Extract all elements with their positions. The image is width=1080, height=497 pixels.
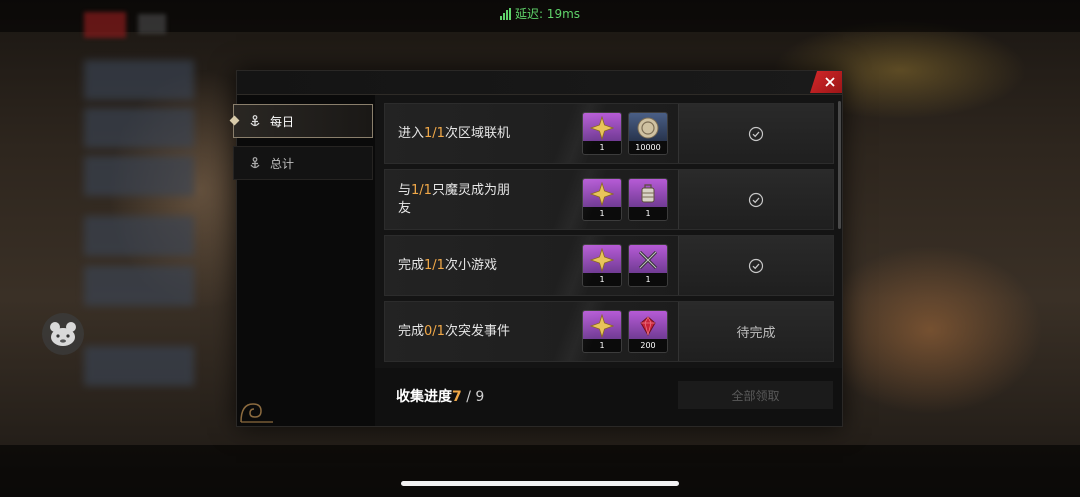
task-status	[678, 170, 833, 229]
tab-total-label: 总计	[270, 156, 295, 171]
reward-item[interactable]: 1	[628, 244, 668, 287]
gold-star-emblem-icon	[590, 313, 614, 338]
check-circle-icon	[748, 126, 764, 141]
task-status-pending: 待完成	[678, 302, 833, 361]
pet-shortcut-button[interactable]	[42, 313, 84, 355]
claim-all-button[interactable]: 全部领取	[678, 381, 833, 409]
background-panel	[84, 60, 194, 100]
task-status	[678, 236, 833, 295]
background-panel	[84, 156, 194, 196]
task-description: 完成1/1次小游戏	[398, 257, 497, 273]
task-description: 与1/1只魔灵成为朋友	[398, 182, 510, 216]
dialog-header-bar	[237, 71, 842, 95]
mission-tabs: 每日 总计	[233, 95, 375, 426]
background-panel	[84, 216, 194, 256]
reward-item[interactable]: 1	[582, 310, 622, 353]
red-gem-icon	[640, 315, 656, 336]
tab-daily-label: 每日	[270, 114, 295, 129]
reward-item[interactable]: 1	[628, 178, 668, 221]
task-row: 进入1/1次区域联机 1 10000	[384, 103, 834, 164]
background-bottom-bar	[0, 445, 1080, 497]
anchor-icon	[248, 156, 262, 170]
task-row: 完成0/1次突发事件 1 200 待完成	[384, 301, 834, 362]
home-indicator[interactable]	[401, 481, 679, 486]
background-panel	[84, 108, 194, 148]
reward-item[interactable]: 200	[628, 310, 668, 353]
background-panel	[84, 266, 194, 306]
gold-star-emblem-icon	[590, 181, 614, 206]
task-description: 进入1/1次区域联机	[398, 125, 510, 141]
gold-star-emblem-icon	[590, 115, 614, 140]
background-panel	[84, 346, 194, 386]
pet-face-icon	[50, 322, 76, 346]
signal-icon	[499, 7, 511, 20]
coin-icon	[637, 117, 659, 138]
reward-item[interactable]: 1	[582, 244, 622, 287]
lantern-item-icon	[641, 183, 655, 202]
collection-progress: 收集进度7 / 9	[396, 389, 485, 405]
anchor-icon	[248, 114, 262, 128]
reward-item[interactable]: 1	[582, 112, 622, 155]
check-circle-icon	[748, 192, 764, 207]
reward-item[interactable]: 10000	[628, 112, 668, 155]
corner-ornament-icon	[240, 403, 273, 423]
task-row: 与1/1只魔灵成为朋友 1 1	[384, 169, 834, 230]
task-status	[678, 104, 833, 163]
crossed-tools-icon	[638, 250, 658, 269]
gold-star-emblem-icon	[590, 247, 614, 272]
reward-item[interactable]: 1	[582, 178, 622, 221]
task-description: 完成0/1次突发事件	[398, 323, 510, 339]
tab-total[interactable]: 总计	[233, 146, 373, 180]
mission-dialog: 每日 总计 进入1/1次区域联机 1 10000 与1/1只魔灵成为朋友 1 1…	[233, 70, 843, 427]
dialog-footer: 收集进度7 / 9 全部领取	[375, 368, 842, 426]
latency-text: 延迟: 19ms	[514, 7, 581, 21]
check-circle-icon	[748, 258, 764, 273]
latency-indicator: 延迟: 19ms	[0, 5, 1080, 22]
tab-daily[interactable]: 每日	[233, 104, 373, 138]
close-icon	[825, 77, 835, 87]
task-row: 完成1/1次小游戏 1 1	[384, 235, 834, 296]
scrollbar[interactable]	[838, 101, 841, 229]
